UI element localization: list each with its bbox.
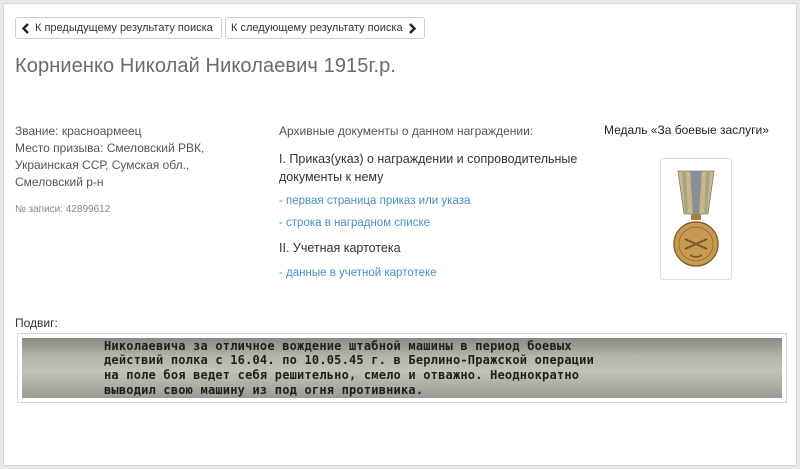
documents-heading: Архивные документы о данном награждении: <box>279 124 534 138</box>
person-info: Звание: красноармеец Место призыва: Смел… <box>15 123 255 218</box>
person-name-title: Корниенко Николай Николаевич 1915г.р. <box>15 55 396 77</box>
link-card-data[interactable]: - данные в учетной картотеке <box>279 267 589 279</box>
scan-line: выводил свою машину из под огня противни… <box>104 383 424 397</box>
medal-icon <box>673 170 719 267</box>
draft-place-line2: Украинская ССР, Сумская обл., <box>15 158 190 172</box>
medal-caption: Медаль «За боевые заслуги» <box>604 123 769 137</box>
scan-line: на поле боя ведет себя решительно, смело… <box>104 368 580 382</box>
draft-place-line3: Смеловский р-н <box>15 175 104 189</box>
chevron-left-icon <box>21 22 29 34</box>
record-number: № записи: 42899612 <box>15 204 111 215</box>
podvig-label: Подвиг: <box>15 316 58 330</box>
next-result-button[interactable]: К следующему результату поиска <box>225 17 425 39</box>
prev-result-label: К предыдущему результату поиска <box>35 22 213 34</box>
podvig-scan-image: Николаевича за отличное вождение штабной… <box>22 338 782 398</box>
award-card: К предыдущему результату поиска К следую… <box>3 3 797 466</box>
scan-line: действий полка с 16.04. по 10.05.45 г. в… <box>104 353 595 367</box>
rank-text: Звание: красноармеец <box>15 124 142 138</box>
archive-documents: Архивные документы о данном награждении:… <box>279 123 589 279</box>
section-card-index-title: II. Учетная картотека <box>279 241 401 255</box>
scan-line: Николаевича за отличное вождение штабной… <box>104 339 572 353</box>
podvig-scan-frame[interactable]: Николаевича за отличное вождение штабной… <box>17 333 787 403</box>
draft-place-line1: Место призыва: Смеловский РВК, <box>15 141 205 155</box>
medal-image[interactable] <box>660 158 732 280</box>
link-first-page[interactable]: - первая страница приказ или указа <box>279 195 589 207</box>
prev-result-button[interactable]: К предыдущему результату поиска <box>15 17 222 39</box>
chevron-right-icon <box>408 22 416 34</box>
next-result-label: К следующему результату поиска <box>231 22 403 34</box>
section-order-title: I. Приказ(указ) о награждении и сопровод… <box>279 152 578 184</box>
link-award-list[interactable]: - строка в наградном списке <box>279 217 589 229</box>
